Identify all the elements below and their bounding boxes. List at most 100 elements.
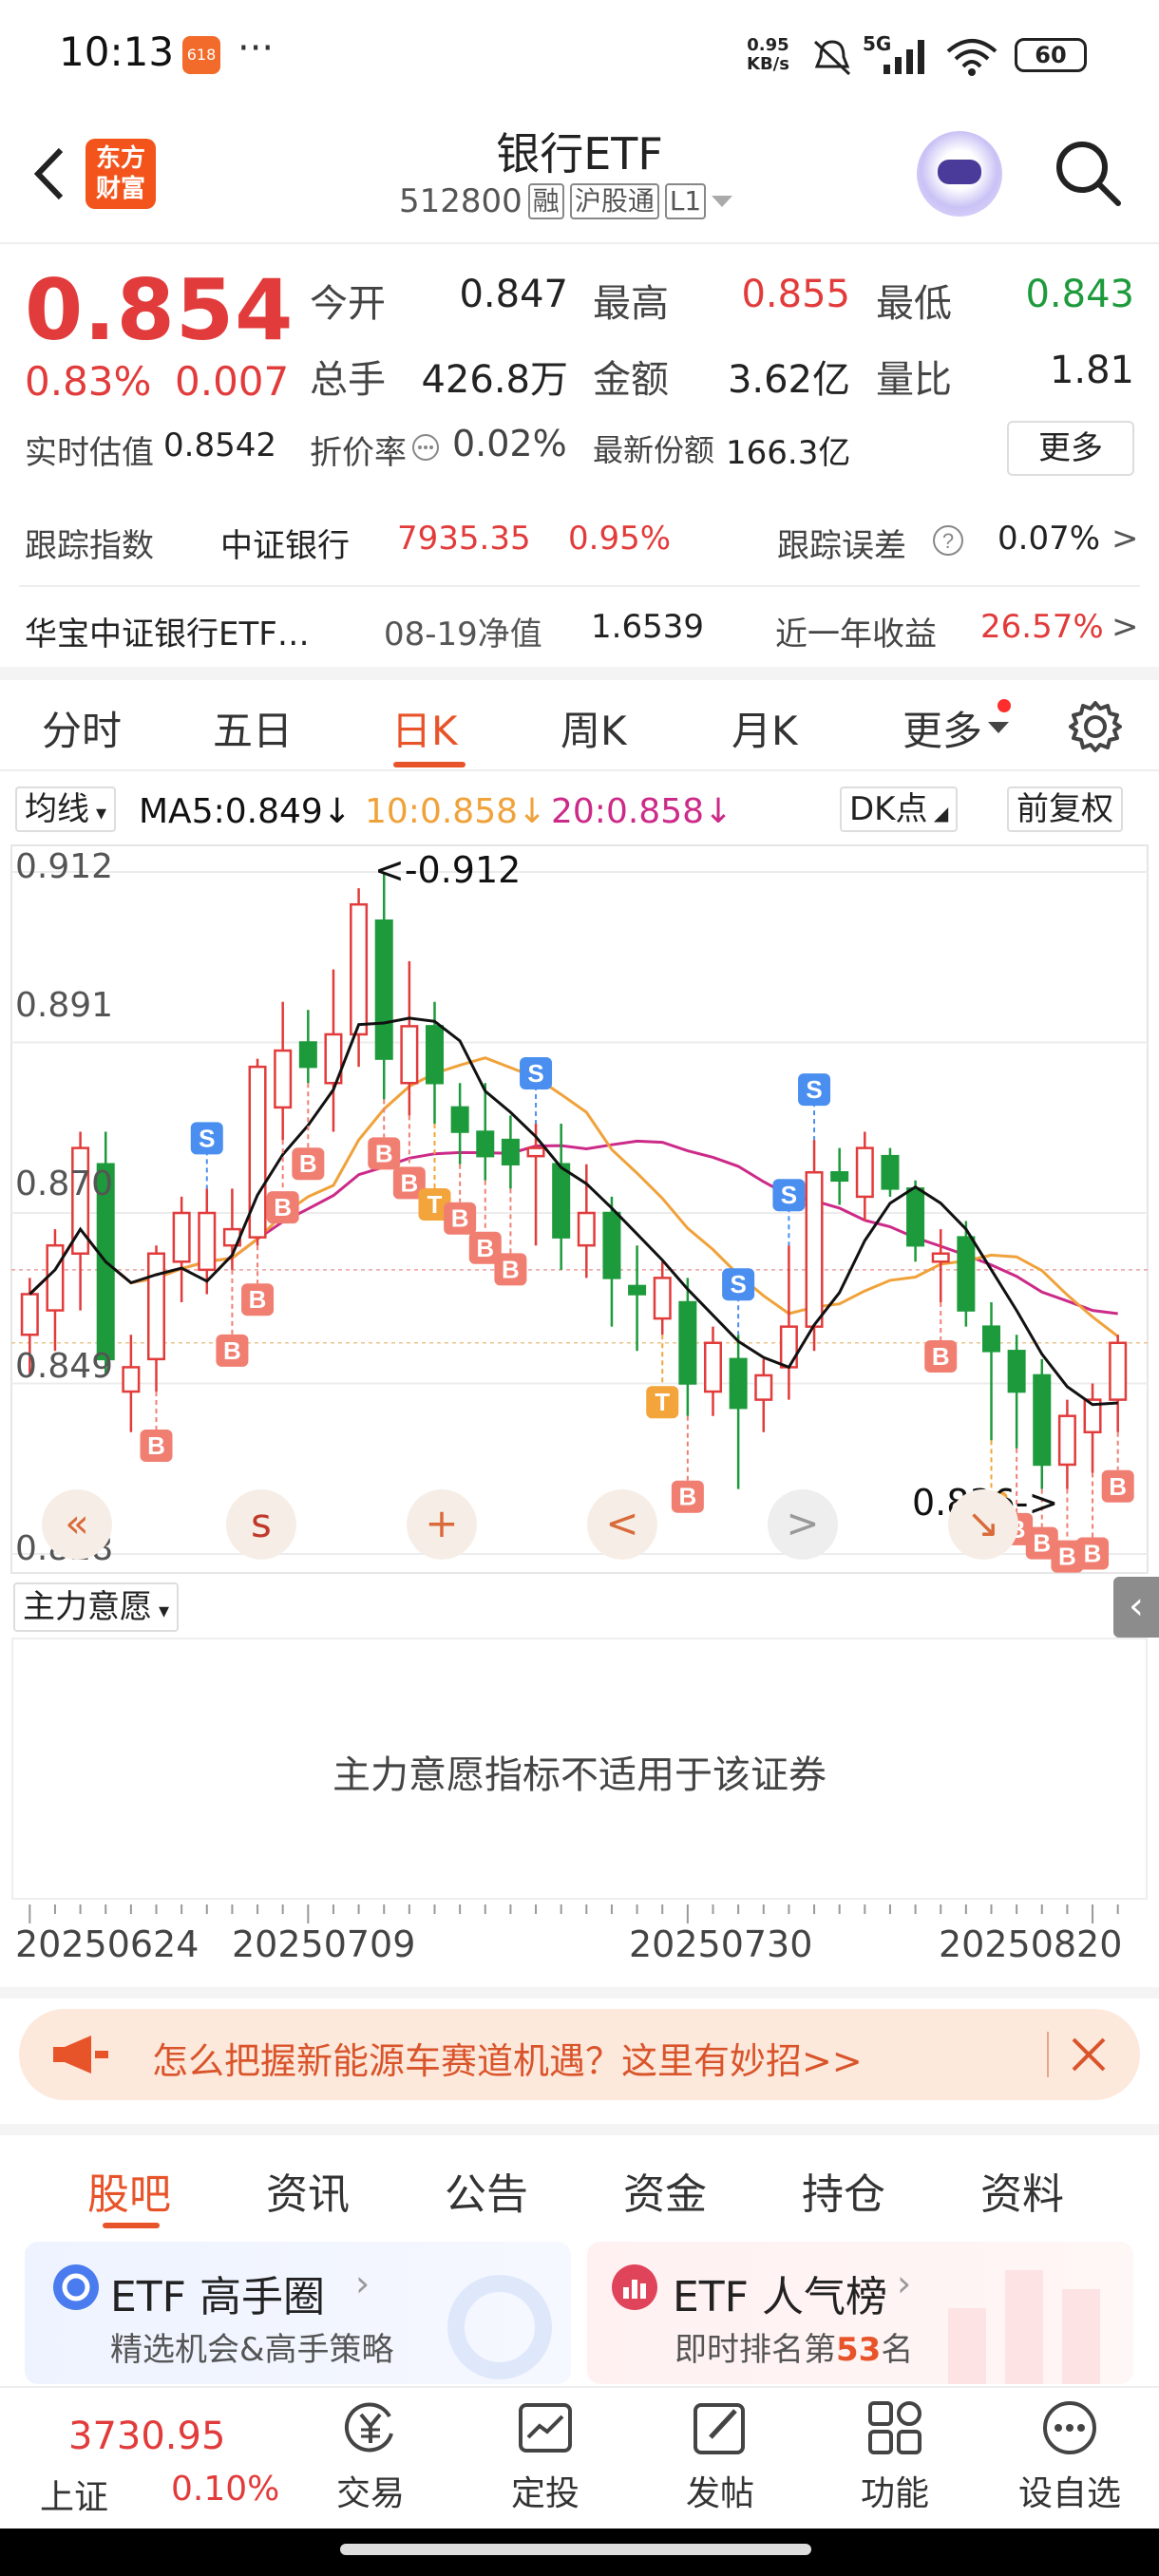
- candle-body: [729, 1357, 748, 1410]
- nav-post[interactable]: 发帖: [663, 2397, 777, 2515]
- signal-label: B: [274, 1193, 292, 1222]
- home-indicator[interactable]: [340, 2544, 811, 2555]
- tab-profile[interactable]: 资料: [980, 2160, 1064, 2221]
- signal-label: B: [1033, 1529, 1051, 1558]
- tab-weekly-k[interactable]: 周K: [560, 699, 627, 757]
- signal-label: T: [655, 1388, 670, 1416]
- stock-code-row[interactable]: 512800 融 沪股通 L1: [399, 182, 733, 220]
- tracking-index-pct: 0.95%: [568, 520, 672, 558]
- active-tab-indicator: [103, 2223, 160, 2228]
- tracking-error-value: 0.07%: [998, 520, 1101, 558]
- collapse-arrow-icon[interactable]: ‹: [1113, 1577, 1159, 1638]
- volume-label: 总手: [310, 358, 386, 402]
- jump-start-button[interactable]: «: [42, 1489, 112, 1560]
- help-icon[interactable]: ?: [931, 523, 965, 558]
- index-name: 上证: [40, 2478, 109, 2517]
- candle-body: [526, 1146, 545, 1158]
- tab-five-day[interactable]: 五日: [213, 699, 293, 757]
- shares-value: 166.3亿: [726, 434, 851, 472]
- info-dots-icon[interactable]: [410, 432, 441, 463]
- tab-news[interactable]: 资讯: [266, 2160, 350, 2221]
- candle-body: [931, 1252, 950, 1263]
- tab-more[interactable]: 更多: [902, 699, 982, 757]
- fund-info-row[interactable]: 华宝中证银行ETF… 08-19净值 1.6539 近一年收益 26.57% >: [0, 587, 1159, 671]
- dk-point-select[interactable]: DK点 ◢: [840, 786, 959, 832]
- tab-daily-k[interactable]: 日K: [391, 699, 458, 757]
- tab-guba[interactable]: 股吧: [87, 2160, 171, 2221]
- signal-label: S: [199, 1124, 215, 1152]
- signal-label: B: [400, 1168, 418, 1197]
- kline-chart[interactable]: BSBBBBBBTBBBSTBSSSBTBBBBB 0.912 0.891 0.…: [0, 843, 1159, 1575]
- candle-body: [678, 1300, 697, 1385]
- search-icon[interactable]: [1050, 135, 1126, 211]
- y-tick-label: 0.849: [15, 1347, 114, 1386]
- yield-value: 26.57%: [980, 608, 1104, 646]
- tracking-index-row[interactable]: 跟踪指数 中证银行 7935.35 0.95% 跟踪误差 ? 0.07% >: [0, 499, 1159, 582]
- tab-intraday[interactable]: 分时: [42, 699, 122, 757]
- signal-label: B: [375, 1139, 393, 1167]
- tab-funds[interactable]: 资金: [623, 2160, 707, 2221]
- scroll-left-button[interactable]: <: [587, 1489, 657, 1560]
- scroll-right-button[interactable]: >: [768, 1489, 838, 1560]
- ratio-value: 1.81: [1049, 349, 1134, 392]
- decorative-ring-icon: [447, 2275, 552, 2379]
- close-icon[interactable]: [1068, 2034, 1110, 2075]
- index-value[interactable]: 3730.95: [68, 2415, 225, 2458]
- jump-end-button[interactable]: ↘: [948, 1489, 1018, 1560]
- tab-announcements[interactable]: 公告: [445, 2160, 528, 2221]
- indicator-type-select[interactable]: 均线 ▾: [15, 786, 117, 832]
- decorative-bars-icon: [948, 2270, 1100, 2384]
- signal-label: B: [502, 1255, 520, 1283]
- kline-svg[interactable]: BSBBBBBBTBBBSTBSSSBTBBBBB: [0, 843, 1159, 1575]
- signal-label: S: [527, 1059, 543, 1088]
- card-subtitle: 精选机会&高手策略: [110, 2331, 394, 2369]
- tab-monthly-k[interactable]: 月K: [732, 699, 798, 757]
- svg-text:?: ?: [942, 529, 954, 553]
- grid-icon: [868, 2401, 922, 2454]
- bar-chart-icon: [612, 2264, 657, 2310]
- more-quote-button[interactable]: 更多: [1007, 421, 1134, 476]
- zoom-in-button[interactable]: +: [407, 1489, 477, 1560]
- tab-holdings[interactable]: 持仓: [802, 2160, 885, 2221]
- adjust-select[interactable]: 前复权: [1007, 786, 1123, 832]
- nav-trade[interactable]: 交易: [314, 2397, 428, 2515]
- signal-toggle-button[interactable]: s: [226, 1489, 296, 1560]
- connect-tag: 沪股通: [569, 183, 659, 219]
- signal-label: B: [249, 1285, 267, 1314]
- candle-body: [628, 1284, 647, 1296]
- nav-functions[interactable]: 功能: [838, 2397, 952, 2515]
- megaphone-icon: [53, 2036, 108, 2074]
- signal-label: B: [932, 1342, 950, 1371]
- discount-value: 0.02%: [452, 423, 567, 464]
- tracking-error-label: 跟踪误差: [777, 527, 906, 565]
- candle-body: [425, 1025, 445, 1085]
- signal-label: B: [1109, 1472, 1127, 1501]
- battery-icon: 60: [1015, 38, 1087, 72]
- nav-add-watchlist[interactable]: 设自选: [1013, 2397, 1127, 2515]
- ad-banner[interactable]: 怎么把握新能源车赛道机遇？这里有妙招>>: [19, 2009, 1140, 2100]
- candle-body: [906, 1187, 925, 1247]
- y-tick-label: 0.912: [15, 847, 114, 886]
- amount-label: 金额: [593, 358, 669, 402]
- candle-body: [400, 1025, 419, 1085]
- nav-fixed-invest[interactable]: 定投: [488, 2397, 602, 2515]
- signal-label: B: [1084, 1540, 1102, 1568]
- candle-body: [830, 1171, 849, 1183]
- date-label: 20250820: [939, 1923, 1123, 1965]
- main-force-panel: 主力意愿 ▾ ‹ 主力意愿指标不适用于该证券: [0, 1577, 1159, 1904]
- etf-expert-card[interactable]: ETF 高手圈 › 精选机会&高手策略: [25, 2242, 571, 2384]
- etf-popularity-card[interactable]: ETF 人气榜 › 即时排名第53名: [587, 2242, 1133, 2384]
- candle-body: [46, 1243, 65, 1312]
- network-speed: 0.95 KB/s: [747, 35, 789, 74]
- ma20-label: 20:0.858↓: [551, 792, 733, 831]
- signal-label: S: [806, 1075, 822, 1104]
- status-bar: 10:13 618 ··· 0.95 KB/s 5G 60: [0, 0, 1159, 114]
- notification-dot: [998, 699, 1011, 712]
- sub-indicator-select[interactable]: 主力意愿 ▾: [13, 1582, 180, 1632]
- gear-icon[interactable]: [1066, 697, 1125, 756]
- date-label: 20250730: [629, 1923, 813, 1965]
- edit-icon: [694, 2403, 745, 2454]
- y-tick-label: 0.891: [15, 986, 114, 1025]
- divider: [0, 1987, 1159, 1998]
- assistant-robot-icon[interactable]: [917, 131, 1002, 217]
